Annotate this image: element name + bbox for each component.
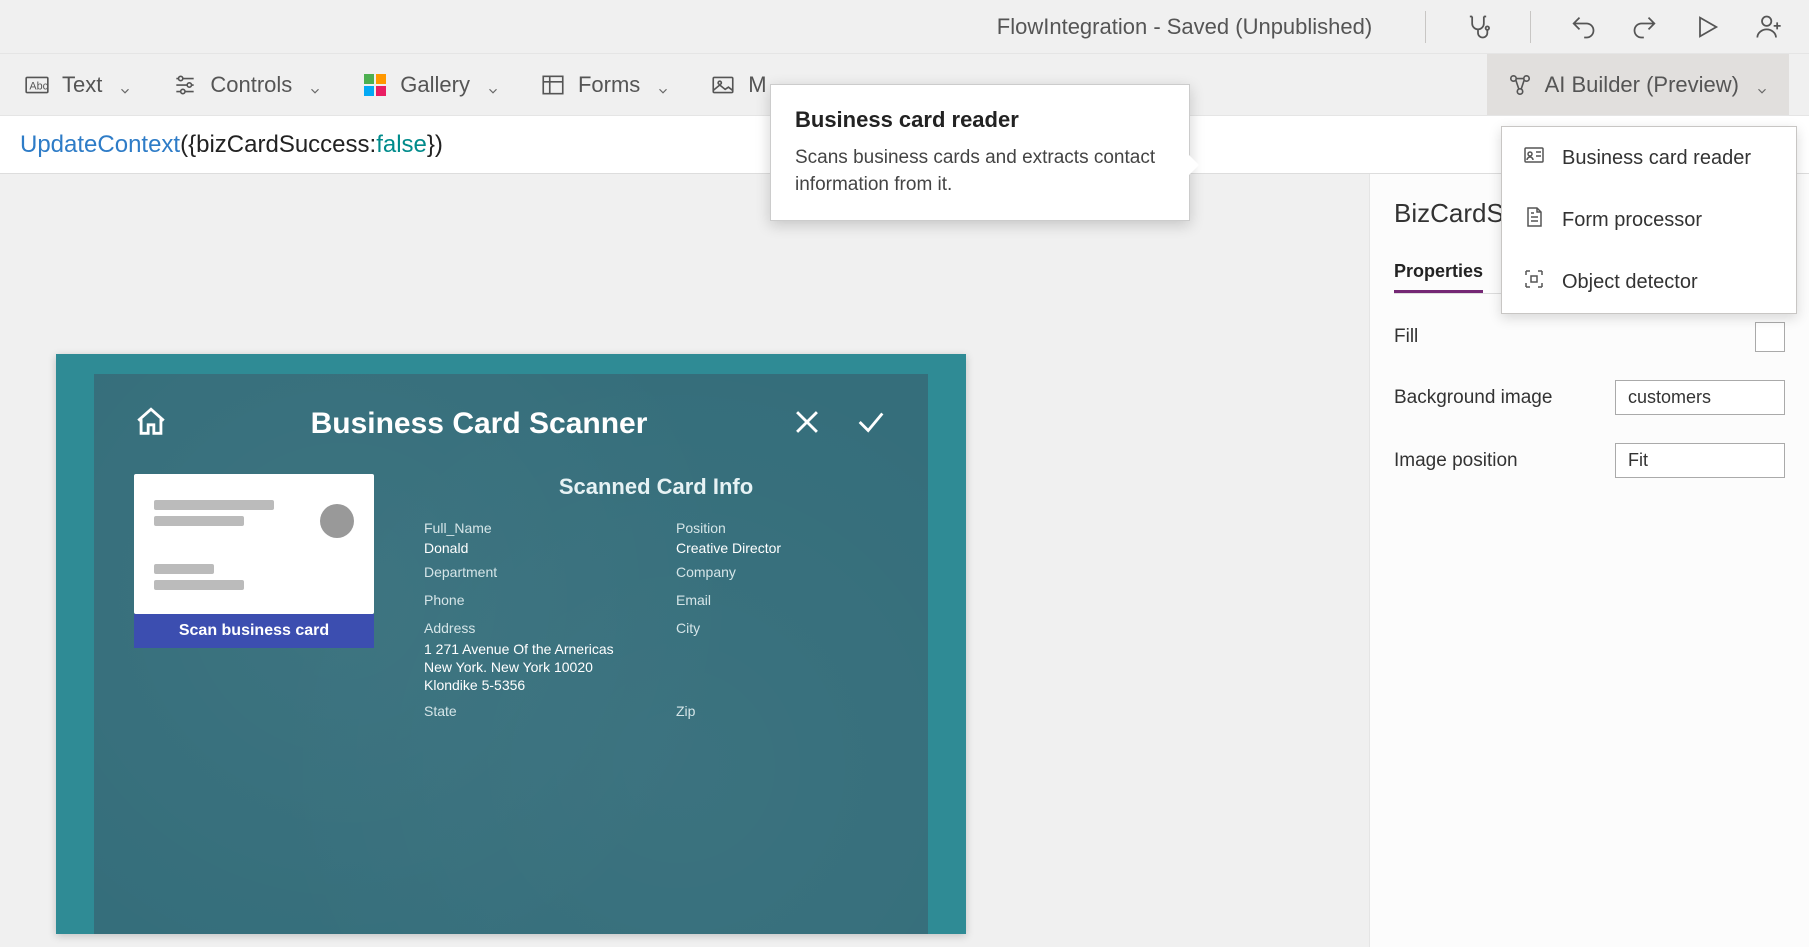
formula-ident: bizCardSuccess: [196, 131, 369, 159]
menu-label: Business card reader: [1562, 147, 1751, 170]
prop-bgimage: Background image customers: [1394, 380, 1785, 415]
share-user-icon[interactable]: [1749, 7, 1789, 47]
bounding-box-icon: [1522, 267, 1546, 297]
formula-token: ): [435, 131, 443, 159]
ribbon-controls[interactable]: Controls: [172, 72, 322, 98]
prop-label: Background image: [1394, 387, 1552, 409]
field-email: Email: [676, 592, 888, 612]
card-column: Scan business card: [134, 474, 384, 723]
ribbon-gallery[interactable]: Gallery: [362, 72, 500, 98]
close-icon[interactable]: [790, 405, 824, 444]
prop-label: Image position: [1394, 450, 1518, 472]
field-address: Address 1 271 Avenue Of the Arnericas Ne…: [424, 620, 636, 695]
menu-business-card-reader[interactable]: Business card reader: [1502, 127, 1796, 189]
ribbon-label: Text: [62, 72, 102, 98]
document-icon: [1522, 205, 1546, 235]
tab-properties[interactable]: Properties: [1394, 253, 1483, 293]
ribbon-label: Gallery: [400, 72, 470, 98]
chevron-down-icon: [1755, 78, 1769, 92]
imgpos-input[interactable]: Fit: [1615, 443, 1785, 478]
ribbon-label: M: [748, 72, 766, 98]
field-state: State: [424, 703, 636, 723]
text-icon: Abc: [24, 72, 50, 98]
undo-icon[interactable]: [1563, 7, 1603, 47]
ai-builder-menu: Business card reader Form processor Obje…: [1501, 126, 1797, 314]
ribbon-label: Forms: [578, 72, 640, 98]
divider: [1425, 11, 1426, 43]
bgimage-input[interactable]: customers: [1615, 380, 1785, 415]
gallery-icon: [362, 72, 388, 98]
app-screen-title: Business Card Scanner: [168, 407, 790, 441]
ai-builder-icon: [1507, 72, 1533, 98]
formula-token: (: [180, 131, 188, 159]
field-city: City: [676, 620, 888, 695]
menu-label: Form processor: [1562, 209, 1702, 232]
menu-object-detector[interactable]: Object detector: [1502, 251, 1796, 313]
info-title: Scanned Card Info: [424, 474, 888, 500]
app-preview[interactable]: Business Card Scanner: [56, 354, 966, 934]
divider: [1530, 11, 1531, 43]
media-icon: [710, 72, 736, 98]
scanned-info: Scanned Card Info Full_Name Donald Posit…: [424, 474, 888, 723]
ribbon-ai-builder[interactable]: AI Builder (Preview): [1487, 54, 1789, 115]
formula-token: {: [188, 131, 196, 159]
scan-business-card-button[interactable]: Scan business card: [134, 614, 374, 648]
field-zip: Zip: [676, 703, 888, 723]
ribbon-media[interactable]: M: [710, 72, 766, 98]
id-card-icon: [1522, 143, 1546, 173]
svg-text:Abc: Abc: [29, 80, 48, 92]
home-icon[interactable]: [134, 405, 168, 444]
health-icon[interactable]: [1458, 7, 1498, 47]
prop-fill: Fill: [1394, 322, 1785, 352]
formula-token: :: [370, 131, 377, 159]
app-screen: Business Card Scanner: [94, 374, 928, 934]
menu-label: Object detector: [1562, 271, 1698, 294]
field-position: Position Creative Director: [676, 520, 888, 556]
business-card-preview: [134, 474, 374, 614]
prop-imgpos: Image position Fit: [1394, 443, 1785, 478]
app-title: FlowIntegration - Saved (Unpublished): [997, 14, 1372, 40]
prop-label: Fill: [1394, 326, 1418, 348]
field-company: Company: [676, 564, 888, 584]
ribbon-label: AI Builder (Preview): [1545, 72, 1739, 98]
tooltip-title: Business card reader: [795, 107, 1165, 133]
field-fullname: Full_Name Donald: [424, 520, 636, 556]
titlebar-icons: [1415, 7, 1789, 47]
app-header: Business Card Scanner: [134, 394, 888, 454]
field-department: Department: [424, 564, 636, 584]
ribbon-label: Controls: [210, 72, 292, 98]
title-bar: FlowIntegration - Saved (Unpublished): [0, 0, 1809, 54]
tooltip: Business card reader Scans business card…: [770, 84, 1190, 221]
app-body: Scan business card Scanned Card Info Ful…: [134, 474, 888, 723]
fill-color-swatch[interactable]: [1755, 322, 1785, 352]
chevron-down-icon: [656, 78, 670, 92]
controls-icon: [172, 72, 198, 98]
formula-fn: UpdateContext: [20, 131, 180, 159]
forms-icon: [540, 72, 566, 98]
play-icon[interactable]: [1687, 7, 1727, 47]
formula-value: false: [376, 131, 427, 159]
ribbon-text[interactable]: Abc Text: [24, 72, 132, 98]
chevron-down-icon: [308, 78, 322, 92]
tooltip-description: Scans business cards and extracts contac…: [795, 145, 1165, 198]
check-icon[interactable]: [854, 405, 888, 444]
formula-token: }: [427, 131, 435, 159]
chevron-down-icon: [486, 78, 500, 92]
chevron-down-icon: [118, 78, 132, 92]
menu-form-processor[interactable]: Form processor: [1502, 189, 1796, 251]
redo-icon[interactable]: [1625, 7, 1665, 47]
field-phone: Phone: [424, 592, 636, 612]
ribbon-forms[interactable]: Forms: [540, 72, 670, 98]
